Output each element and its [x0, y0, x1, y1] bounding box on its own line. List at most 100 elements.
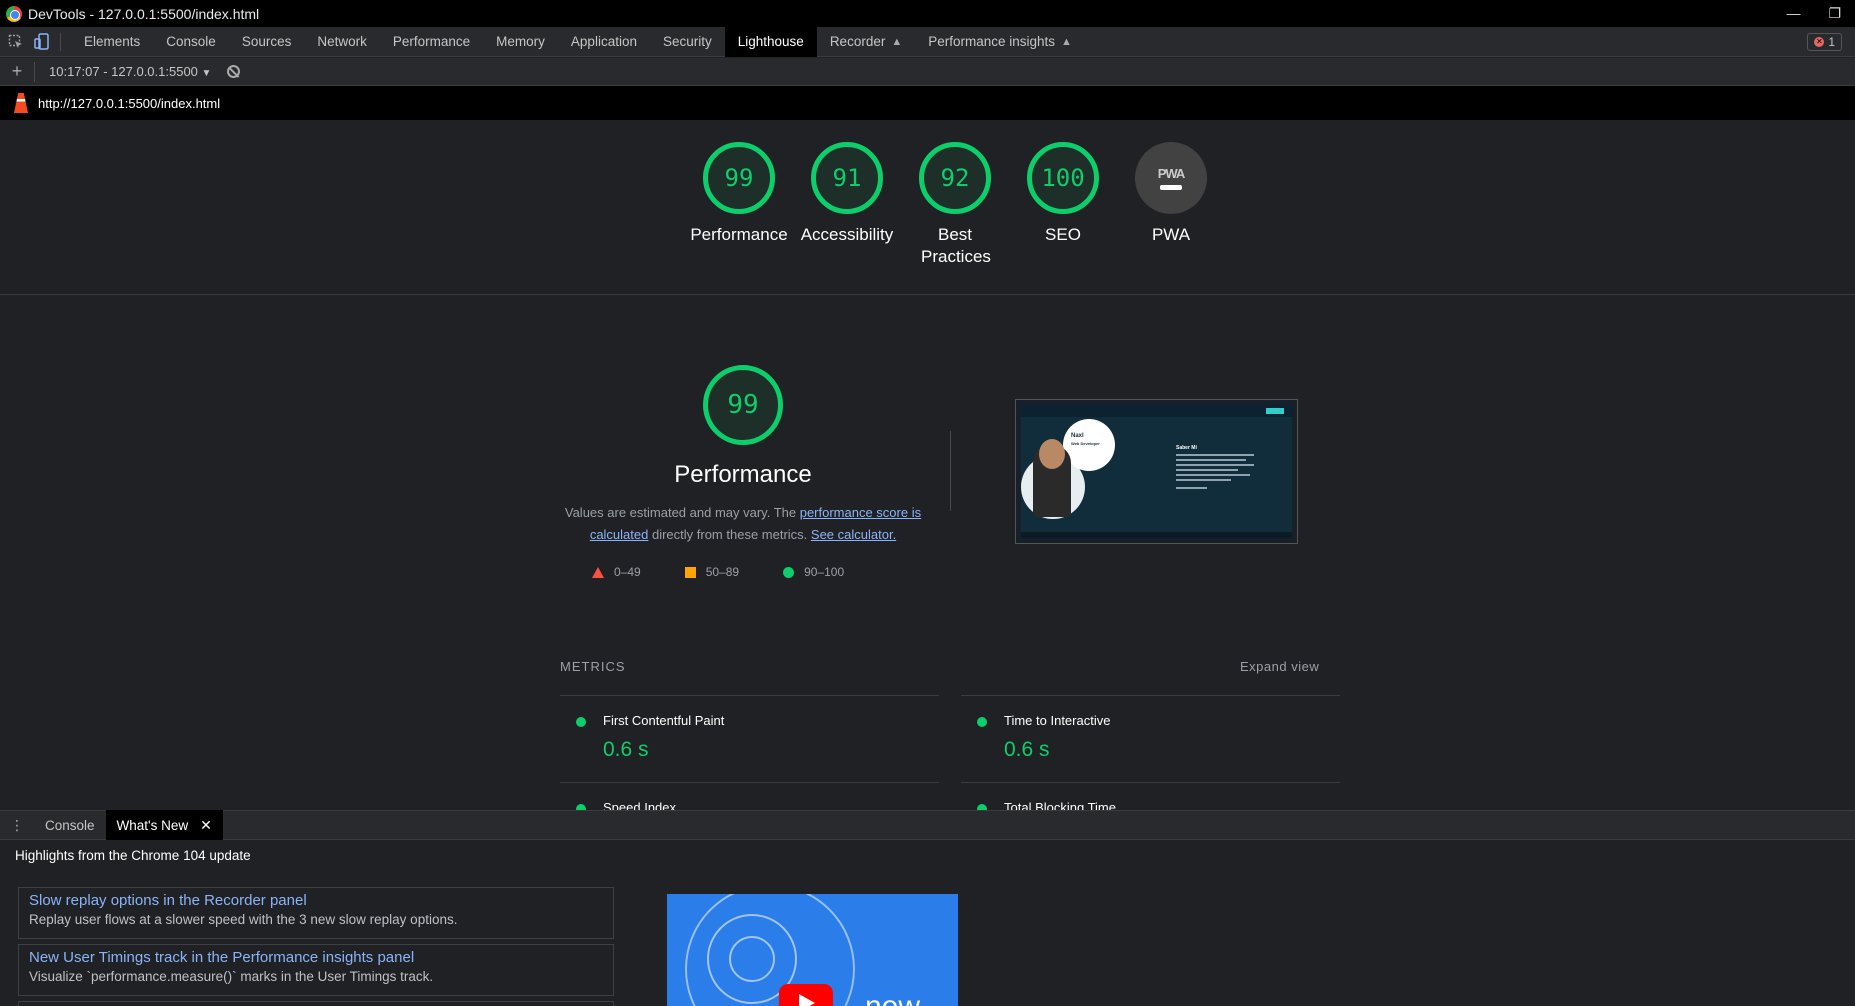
drawer-menu-icon[interactable]: ⋮: [0, 818, 34, 832]
chrome-logo-icon: [6, 5, 22, 22]
tab-label: Console: [166, 34, 216, 49]
tab-performance[interactable]: Performance: [380, 27, 483, 57]
gauge-label: SEO: [1045, 225, 1081, 244]
video-title-text: new: [865, 990, 920, 1006]
see-calculator-link[interactable]: See calculator.: [811, 527, 896, 542]
feature-card[interactable]: [18, 1001, 614, 1006]
gauge-label: Best Practices: [921, 225, 991, 266]
tab-recorder[interactable]: Recorder ▲: [817, 27, 915, 57]
report-url-bar: http://127.0.0.1:5500/index.html: [0, 86, 1855, 120]
tab-label: Memory: [496, 34, 545, 49]
close-icon[interactable]: ✕: [200, 817, 212, 834]
lighthouse-toolbar: + 10:17:07 - 127.0.0.1:5500 ▼: [0, 58, 1855, 86]
legend-pass: 90–100: [783, 565, 844, 579]
metric-value: 0.6 s: [1004, 738, 1050, 761]
screenshot-page: Naxl Web Developer Saber Mí: [1021, 405, 1292, 538]
performance-score-gauge: 99: [703, 365, 783, 445]
performance-description: Values are estimated and may vary. The p…: [560, 502, 926, 546]
metric-label: Time to Interactive: [1004, 713, 1111, 728]
tab-security[interactable]: Security: [650, 27, 725, 57]
screenshot-name: Naxl: [1071, 433, 1084, 439]
tab-label: Elements: [84, 34, 141, 49]
feature-description: Replay user flows at a slower speed with…: [29, 912, 458, 927]
toolbar-divider: [60, 32, 61, 51]
youtube-play-icon[interactable]: [779, 984, 833, 1006]
performance-title: Performance: [674, 461, 812, 488]
score-scale-legend: 0–49 50–89 90–100: [592, 565, 888, 579]
legend-label: 90–100: [804, 565, 845, 579]
report-url[interactable]: http://127.0.0.1:5500/index.html: [38, 96, 220, 111]
error-count-badge[interactable]: ✕ 1: [1807, 32, 1842, 51]
restore-icon[interactable]: ❐: [1828, 5, 1841, 22]
expand-view-toggle[interactable]: Expand view: [1240, 659, 1319, 674]
gauge-label: Accessibility: [800, 225, 894, 244]
tab-performance-insights[interactable]: Performance insights ▲: [915, 27, 1085, 57]
toolbar-divider: [34, 61, 35, 82]
legend-fail: 0–49: [592, 565, 641, 579]
gauge-pwa[interactable]: PWA PWA: [1117, 142, 1225, 268]
tab-label: Performance insights: [928, 34, 1056, 49]
pwa-na-bar: [1160, 185, 1182, 190]
metrics-divider: [560, 695, 939, 696]
new-report-button[interactable]: +: [0, 61, 34, 82]
legend-average: 50–89: [684, 565, 740, 579]
minimize-icon[interactable]: —: [1786, 5, 1800, 22]
gauge-score: 92: [919, 142, 991, 214]
text-line: [1176, 459, 1247, 461]
tab-console[interactable]: Console: [153, 27, 229, 57]
feature-card[interactable]: Slow replay options in the Recorder pane…: [18, 887, 614, 939]
whats-new-video-thumbnail[interactable]: new: [667, 894, 958, 1006]
device-toolbar-icon[interactable]: [32, 32, 52, 52]
drawer-tab-console[interactable]: Console: [34, 810, 106, 840]
tab-label: Recorder: [829, 34, 886, 49]
experiment-flask-icon: ▲: [891, 35, 903, 48]
tab-label: Security: [662, 34, 712, 49]
feature-card[interactable]: New User Timings track in the Performanc…: [18, 944, 614, 996]
window-title: DevTools - 127.0.0.1:5500/index.html: [28, 5, 260, 22]
tab-memory[interactable]: Memory: [483, 27, 558, 57]
fail-triangle-icon: [592, 566, 604, 578]
legend-label: 0–49: [614, 565, 641, 579]
vertical-divider: [950, 431, 951, 511]
tab-label: Sources: [241, 34, 292, 49]
legend-label: 50–89: [705, 565, 740, 579]
inspect-element-icon[interactable]: [6, 32, 26, 52]
highlights-heading: Highlights from the Chrome 104 update: [15, 848, 251, 863]
pwa-badge-text: PWA: [1157, 166, 1186, 181]
screenshot-navbar: [1021, 405, 1292, 417]
gauge-accessibility[interactable]: 91 Accessibility: [793, 142, 901, 268]
metric-first-contentful-paint: First Contentful Paint 0.6 s: [576, 713, 926, 768]
gauge-seo[interactable]: 100 SEO: [1009, 142, 1117, 268]
gauge-performance[interactable]: 99 Performance: [685, 142, 793, 268]
average-square-icon: [684, 566, 696, 578]
tab-label: Application: [570, 34, 637, 49]
clear-reports-icon[interactable]: [227, 65, 241, 78]
final-screenshot[interactable]: Naxl Web Developer Saber Mí: [1015, 399, 1298, 544]
gauge-score: 99: [703, 142, 775, 214]
lighthouse-icon: [14, 93, 28, 113]
metric-speed-index: Speed Index: [576, 800, 926, 810]
tab-elements[interactable]: Elements: [71, 27, 153, 57]
whats-new-panel: Highlights from the Chrome 104 update Sl…: [0, 840, 1855, 1006]
pass-circle-icon: [576, 717, 586, 727]
metrics-divider: [961, 695, 1340, 696]
desc-text: Values are estimated and may vary. The: [564, 505, 800, 520]
gauge-best-practices[interactable]: 92 Best Practices: [901, 142, 1009, 268]
tab-sources[interactable]: Sources: [229, 27, 305, 57]
text-line: [1176, 487, 1208, 489]
pwa-badge-icon: PWA: [1135, 142, 1207, 214]
feature-title-link[interactable]: New User Timings track in the Performanc…: [29, 949, 603, 966]
tab-lighthouse[interactable]: Lighthouse: [724, 26, 817, 57]
report-select-value: 10:17:07 - 127.0.0.1:5500: [49, 64, 198, 79]
metrics-divider: [560, 782, 939, 783]
metric-label: Total Blocking Time: [1004, 800, 1116, 810]
experiment-flask-icon: ▲: [1061, 35, 1072, 48]
tab-network[interactable]: Network: [304, 27, 380, 57]
feature-title-link[interactable]: Slow replay options in the Recorder pane…: [29, 892, 603, 909]
screenshot-footer: [1021, 532, 1292, 538]
tab-application[interactable]: Application: [558, 27, 650, 57]
metrics-header: METRICS: [560, 659, 626, 674]
report-select[interactable]: 10:17:07 - 127.0.0.1:5500 ▼: [49, 64, 211, 79]
drawer-tab-whats-new[interactable]: What's New ✕: [105, 810, 223, 840]
pass-circle-icon: [783, 566, 795, 578]
